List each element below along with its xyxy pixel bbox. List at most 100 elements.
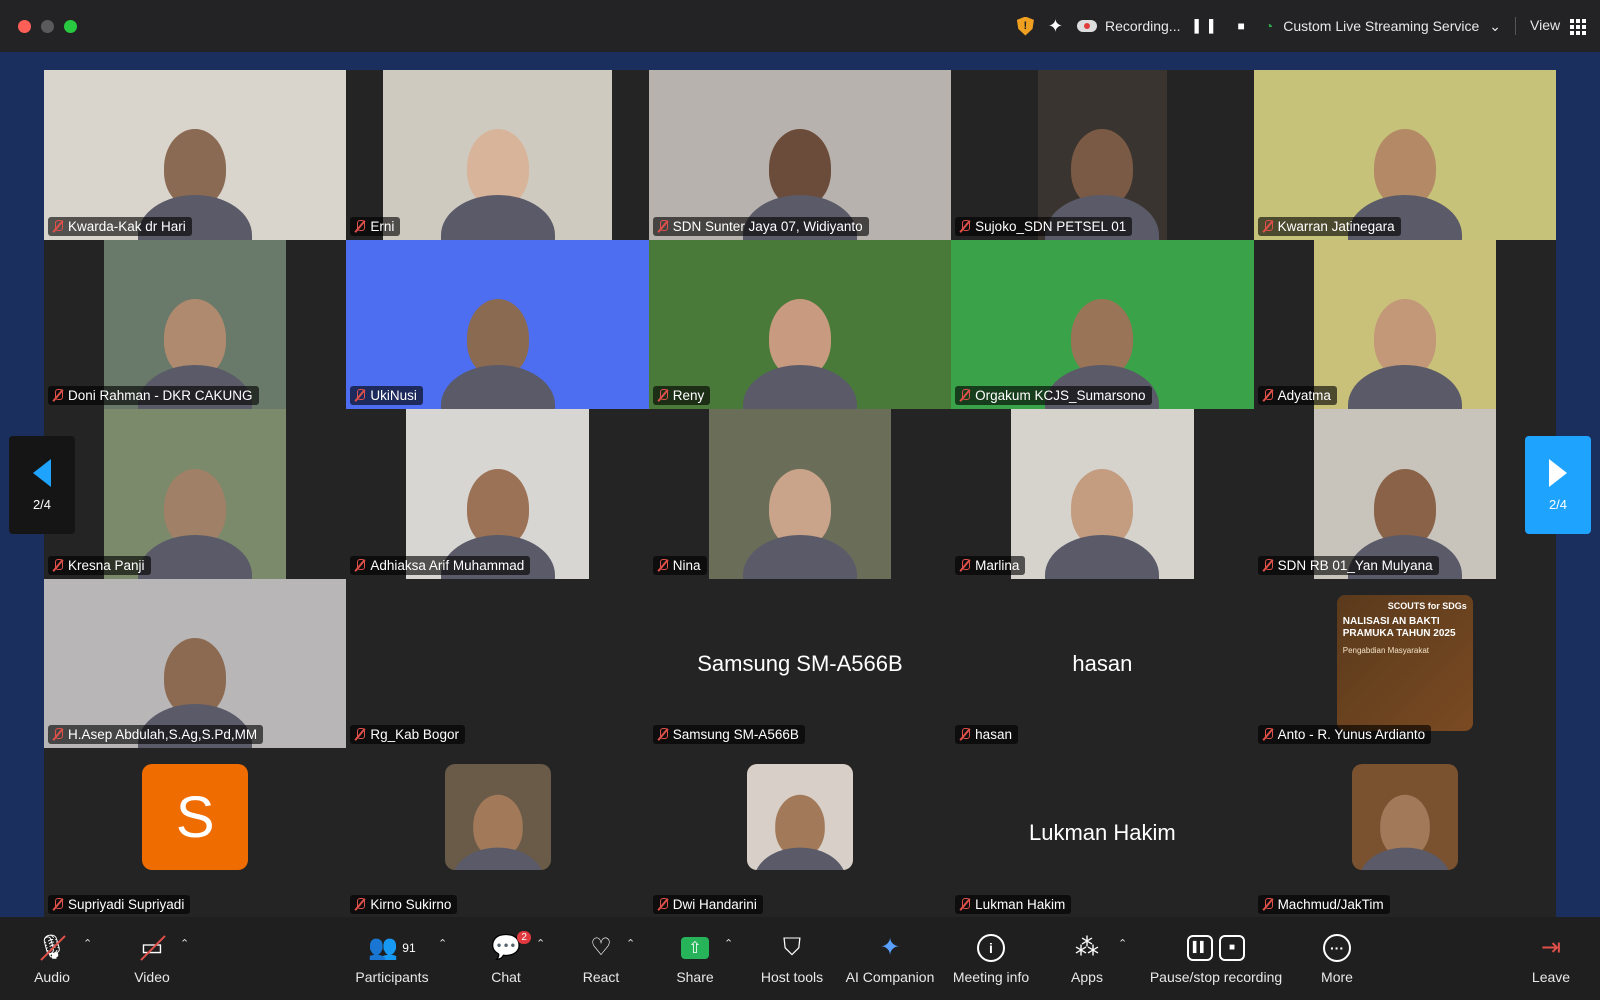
maximize-window-button[interactable] [64,19,77,33]
close-window-button[interactable] [18,19,31,33]
share-label: Share [676,968,714,985]
meeting-info-button[interactable]: i Meeting info [948,917,1034,1000]
previous-page-button[interactable]: 2/4 [9,436,75,534]
participant-name: SDN Sunter Jaya 07, Widiyanto [672,218,863,234]
participant-video [1253,70,1556,240]
arrow-right-icon [1549,458,1567,487]
participant-tile[interactable]: S Supriyadi Supriyadi [44,748,347,918]
chat-icon: 💬 2 [491,930,531,963]
participant-video [383,70,612,240]
participant-name: Machmud/JakTim [1277,896,1384,912]
share-options-caret-icon[interactable]: ⌃ [724,937,733,950]
leave-button[interactable]: ⇥ Leave [1530,917,1572,1000]
participant-video [1011,409,1194,579]
share-button[interactable]: ⇧ Share [673,917,717,1000]
more-button[interactable]: ··· More [1316,917,1358,1000]
participants-label: Participants [355,968,429,985]
participant-figure [440,298,555,410]
participant-tile[interactable]: SDN RB 01_Yan Mulyana [1253,409,1556,579]
participant-tile[interactable]: Dwi Handarini [648,748,952,918]
video-button[interactable]: ▭ Video [126,917,178,1000]
apps-button[interactable]: ⁂ Apps [1066,917,1108,1000]
security-shield-icon[interactable]: ! [1016,16,1034,36]
microphone-muted-icon [959,219,971,233]
pause-stop-recording-button[interactable]: ▌▌ ■ Pause/stop recording [1146,917,1286,1000]
participant-name-tag: Kirno Sukirno [350,894,458,914]
participant-tile[interactable]: SDN Sunter Jaya 07, Widiyanto [648,70,952,240]
participant-tile[interactable]: Machmud/JakTim [1253,748,1556,918]
chevron-down-icon: ⌄ [1489,17,1502,34]
microphone-muted-icon [354,728,366,741]
participant-tile[interactable]: Adyatma [1253,239,1556,410]
participant-tile[interactable]: Reny [648,239,952,410]
participant-tile[interactable]: Sujoko_SDN PETSEL 01 [951,70,1254,240]
participant-tile[interactable]: Kresna Panji [44,409,347,579]
stop-recording-icon[interactable]: ■ [1237,19,1250,33]
chat-options-caret-icon[interactable]: ⌃ [536,937,545,950]
video-label: Video [134,968,170,985]
participant-tile[interactable]: Doni Rahman - DKR CAKUNG [44,239,347,410]
participant-tile[interactable]: Rg_Kab Bogor [346,578,649,749]
microphone-muted-icon [1262,897,1274,911]
react-button[interactable]: ♡ React [580,917,622,1000]
live-stream-menu[interactable]: ◔ Custom Live Streaming Service ⌄ [1265,18,1501,35]
microphone-muted-icon [354,558,366,572]
participant-tile[interactable]: Orgakum KCJS_Sumarsono [951,239,1254,410]
participant-tile[interactable]: Nina [648,409,952,579]
more-label: More [1321,968,1353,985]
heart-icon: ♡ [590,934,612,961]
react-options-caret-icon[interactable]: ⌃ [626,937,635,950]
participant-name: SDN RB 01_Yan Mulyana [1277,557,1433,573]
host-tools-label: Host tools [760,968,824,985]
microphone-muted-icon [657,219,669,233]
participant-name: Erni [370,218,395,234]
ai-sparkle-icon[interactable]: ✦ [1048,16,1063,37]
minimize-window-button[interactable] [41,19,54,33]
participant-tile[interactable]: hasan hasan [951,578,1254,749]
participant-tile[interactable]: Adhiaksa Arif Muhammad [346,409,649,579]
participants-options-caret-icon[interactable]: ⌃ [438,937,447,950]
microphone-muted-icon [959,728,971,741]
recording-indicator[interactable]: Recording... [1076,18,1180,34]
video-options-caret-icon[interactable]: ⌃ [180,937,189,950]
microphone-muted-icon [657,897,669,911]
ai-companion-button[interactable]: ✦ AI Companion [840,917,940,1000]
participants-icon: 👥 91 [368,934,416,961]
participant-name-tag: Sujoko_SDN PETSEL 01 [955,216,1133,236]
apps-options-caret-icon[interactable]: ⌃ [1118,937,1127,950]
participant-video [648,70,952,240]
chat-button[interactable]: 💬 2 Chat [488,917,531,1000]
participants-button[interactable]: 👥 91 Participants [352,917,432,1000]
meeting-toolbar: 🎙 Audio ⌃ ▭ Video ⌃ 👥 91 Participants ⌃ 💬… [0,917,1600,1000]
audio-button[interactable]: 🎙 Audio [28,917,76,1000]
participant-video [44,70,347,240]
next-page-button[interactable]: 2/4 [1525,436,1591,534]
participant-tile[interactable]: Erni [346,70,649,240]
participant-name-tag: Lukman Hakim [955,894,1072,914]
participant-tile[interactable]: UkiNusi [346,239,649,410]
participant-name: Kresna Panji [68,557,145,573]
participant-video [951,239,1254,410]
microphone-muted-icon [52,219,64,233]
participant-tile[interactable]: Marlina [951,409,1254,579]
participant-tile[interactable]: Lukman Hakim Lukman Hakim [951,748,1254,918]
participant-figure [1045,468,1160,579]
microphone-muted-icon [959,389,971,402]
participant-figure [138,468,253,579]
microphone-muted-icon [1262,389,1274,402]
microphone-muted-icon [354,219,366,233]
view-menu-button[interactable]: View [1530,17,1586,35]
pause-recording-icon[interactable]: ▌▌ [1194,19,1223,33]
meeting-stage: Kwarda-Kak dr Hari Erni SDN Sunter Jaya 07… [0,52,1600,918]
participant-tile[interactable]: Kwarran Jatinegara [1253,70,1556,240]
participant-name: Dwi Handarini [672,896,757,912]
participant-tile[interactable]: Samsung SM-A566B Samsung SM-A566B [648,578,952,749]
participant-tile[interactable]: Kirno Sukirno [346,748,649,918]
participant-tile[interactable]: H.Asep Abdulah,S.Ag,S.Pd,MM [44,578,347,749]
host-tools-button[interactable]: ⛉ Host tools [752,917,832,1000]
participant-tile[interactable]: Kwarda-Kak dr Hari [44,70,347,240]
participant-name-tag: Rg_Kab Bogor [350,725,465,745]
audio-options-caret-icon[interactable]: ⌃ [83,937,92,950]
avatar [1351,764,1458,871]
participant-tile[interactable]: SCOUTS for SDGs NALISASI AN BAKTI PRAMUKA… [1253,578,1556,749]
